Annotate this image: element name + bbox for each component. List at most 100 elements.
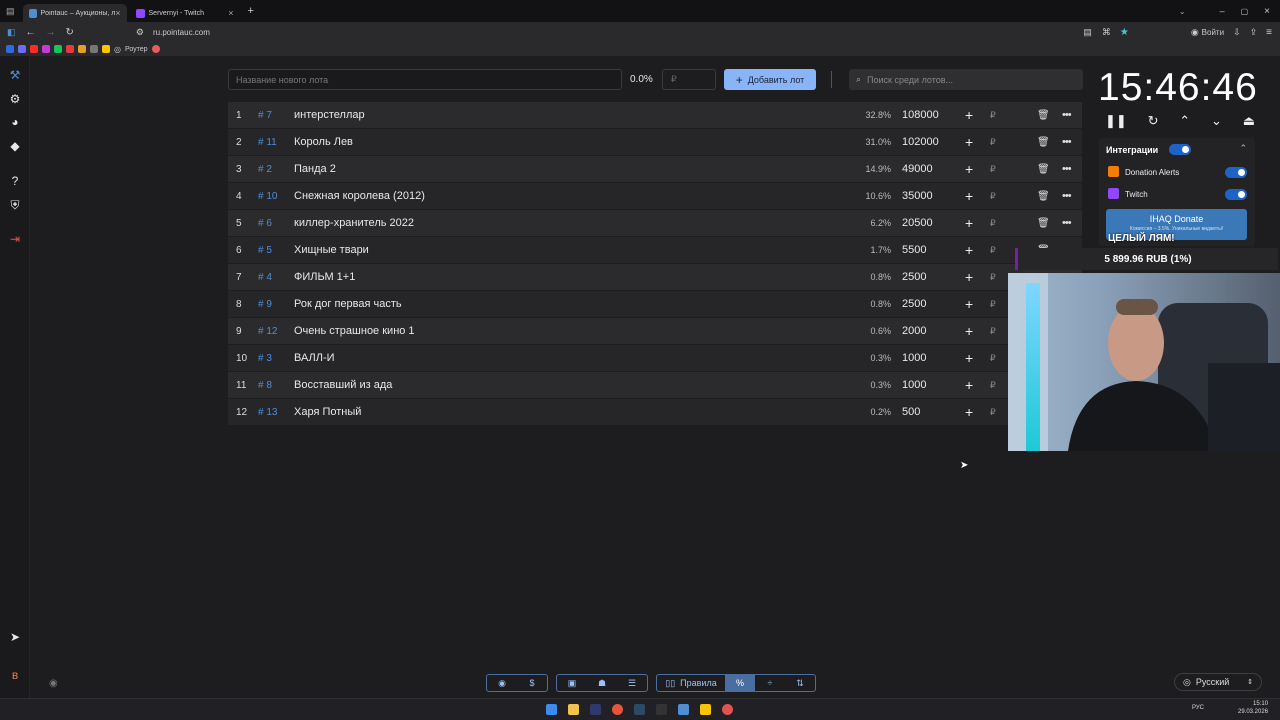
lot-amount[interactable]: 1000	[902, 379, 926, 391]
layers-icon[interactable]: ◆	[8, 139, 22, 153]
lot-amount[interactable]: 2000	[902, 325, 926, 337]
more-options-icon[interactable]: •••	[1062, 190, 1072, 202]
lot-amount[interactable]: 2500	[902, 298, 926, 310]
reader-icon[interactable]: ▤	[1083, 27, 1092, 38]
lot-id-link[interactable]: # 13	[258, 407, 277, 418]
lot-id-link[interactable]: # 10	[258, 191, 277, 202]
twitch-toggle[interactable]	[1225, 189, 1247, 200]
lot-amount[interactable]: 2500	[902, 271, 926, 283]
percent-toggle-button[interactable]: %	[725, 675, 755, 691]
language-select[interactable]: ◎ Русский ⇕	[1174, 673, 1262, 691]
more-options-icon[interactable]: •••	[1062, 163, 1072, 175]
donation-alerts-toggle[interactable]	[1225, 167, 1247, 178]
file-explorer-icon[interactable]	[568, 704, 579, 715]
logout-icon[interactable]: ⇥	[8, 232, 22, 246]
lot-id-link[interactable]: # 12	[258, 326, 277, 337]
robot-icon[interactable]: ☗	[587, 675, 617, 691]
app-icon[interactable]	[722, 704, 733, 715]
lot-amount[interactable]: 500	[902, 406, 920, 418]
signin-button[interactable]: Войти	[1202, 28, 1224, 37]
divide-icon[interactable]: ÷	[755, 675, 785, 691]
delete-icon[interactable]: 🗑	[1037, 110, 1050, 121]
collapse-icon[interactable]: ⏏	[1243, 113, 1255, 129]
bookmark-star-icon[interactable]: ★	[1120, 27, 1129, 38]
lot-name[interactable]: Панда 2	[294, 163, 336, 175]
lot-id-link[interactable]: # 8	[258, 380, 272, 391]
close-tab-icon[interactable]: ×	[115, 8, 120, 18]
search-input[interactable]: ⌕ Поиск среди лотов...	[849, 69, 1083, 90]
lot-name[interactable]: интерстеллар	[294, 109, 365, 121]
more-options-icon[interactable]: •••	[1062, 109, 1072, 121]
add-amount-icon[interactable]: +	[965, 188, 973, 204]
minimize-window-icon[interactable]: –	[1220, 6, 1225, 16]
add-amount-icon[interactable]: +	[965, 242, 973, 258]
bookmark-mail-icon[interactable]	[66, 45, 74, 53]
more-options-icon[interactable]: •••	[1062, 217, 1072, 229]
forward-icon[interactable]: →	[46, 27, 56, 38]
lot-amount[interactable]: 20500	[902, 217, 933, 229]
add-amount-icon[interactable]: +	[965, 215, 973, 231]
donate-dollar-icon[interactable]: $	[517, 675, 547, 691]
translate-icon[interactable]: ⌘	[1102, 27, 1111, 38]
eye-icon[interactable]: ◉	[49, 678, 58, 689]
lot-id-link[interactable]: # 11	[258, 137, 277, 148]
pause-icon[interactable]: ❚❚	[1105, 113, 1127, 129]
sidebar-toggle-icon[interactable]: ◧	[7, 27, 16, 38]
reload-icon[interactable]: ↻	[66, 27, 74, 38]
chevron-down-icon[interactable]: ⌄	[1211, 113, 1222, 129]
back-icon[interactable]: ←	[26, 27, 36, 38]
bookmark-icon[interactable]	[90, 45, 98, 53]
list-icon[interactable]: ☰	[617, 675, 647, 691]
lot-name[interactable]: Очень страшное кино 1	[294, 325, 415, 337]
new-lot-input[interactable]: Название нового лота	[228, 69, 622, 90]
bookmark-twitch-icon[interactable]	[42, 45, 50, 53]
lot-id-link[interactable]: # 2	[258, 164, 272, 175]
close-window-icon[interactable]: ×	[1264, 6, 1270, 17]
help-icon[interactable]: ?	[8, 174, 22, 188]
steam-icon[interactable]	[634, 704, 645, 715]
lot-name[interactable]: Восставший из ада	[294, 379, 392, 391]
add-amount-icon[interactable]: +	[965, 404, 973, 420]
sort-icon[interactable]: ⇅	[785, 675, 815, 691]
lot-name[interactable]: Хищные твари	[294, 244, 369, 256]
rules-button[interactable]: ▯▯ Правила	[657, 675, 725, 691]
close-tab-icon[interactable]: ×	[228, 8, 233, 18]
profile-icon[interactable]: ◉	[1191, 27, 1199, 38]
browser-icon[interactable]	[612, 704, 623, 715]
lot-amount[interactable]: 35000	[902, 190, 933, 202]
tray-lang[interactable]: РУС	[1192, 705, 1204, 711]
add-amount-icon[interactable]: +	[965, 323, 973, 339]
add-amount-icon[interactable]: +	[965, 350, 973, 366]
lot-name[interactable]: ФИЛЬМ 1+1	[294, 271, 355, 283]
lot-id-link[interactable]: # 5	[258, 245, 272, 256]
shield-icon[interactable]: ⛨	[8, 198, 22, 212]
collapse-chevron-icon[interactable]: ⌃	[1239, 143, 1247, 154]
bookmark-star-icon[interactable]	[102, 45, 110, 53]
add-amount-icon[interactable]: +	[965, 377, 973, 393]
delete-icon[interactable]: 🗑	[1037, 191, 1050, 202]
tab-menu-icon[interactable]: ▤	[6, 6, 15, 17]
amount-input[interactable]: ₽	[662, 69, 716, 90]
delete-icon[interactable]: 🗑	[1037, 218, 1050, 229]
settings-gear-icon[interactable]: ⚙	[8, 92, 22, 106]
github-icon[interactable]: ◉	[487, 675, 517, 691]
lot-id-link[interactable]: # 6	[258, 218, 272, 229]
chevron-up-icon[interactable]: ⌃	[1179, 113, 1190, 129]
reset-icon[interactable]: ↻	[1148, 113, 1159, 129]
tab-twitch[interactable]: Servernyi - Twitch ×	[130, 4, 240, 22]
lot-name[interactable]: Король Лев	[294, 136, 353, 148]
share-icon[interactable]: ⇪	[1250, 27, 1258, 38]
lot-amount[interactable]: 5500	[902, 244, 926, 256]
save-icon[interactable]: ▣	[557, 675, 587, 691]
bookmark-icon[interactable]	[78, 45, 86, 53]
bookmark-router[interactable]: Роутер	[125, 46, 148, 53]
lot-name[interactable]: киллер-хранитель 2022	[294, 217, 414, 229]
add-lot-button[interactable]: + Добавить лот	[724, 69, 816, 90]
photoshop-icon[interactable]	[590, 704, 601, 715]
app-icon[interactable]	[700, 704, 711, 715]
auction-hammer-icon[interactable]: ⚒	[8, 68, 22, 82]
url-field[interactable]: ru.pointauc.com	[153, 28, 210, 37]
lot-name[interactable]: Снежная королева (2012)	[294, 190, 425, 202]
lot-name[interactable]: Рок дог первая часть	[294, 298, 402, 310]
app-icon[interactable]	[678, 704, 689, 715]
